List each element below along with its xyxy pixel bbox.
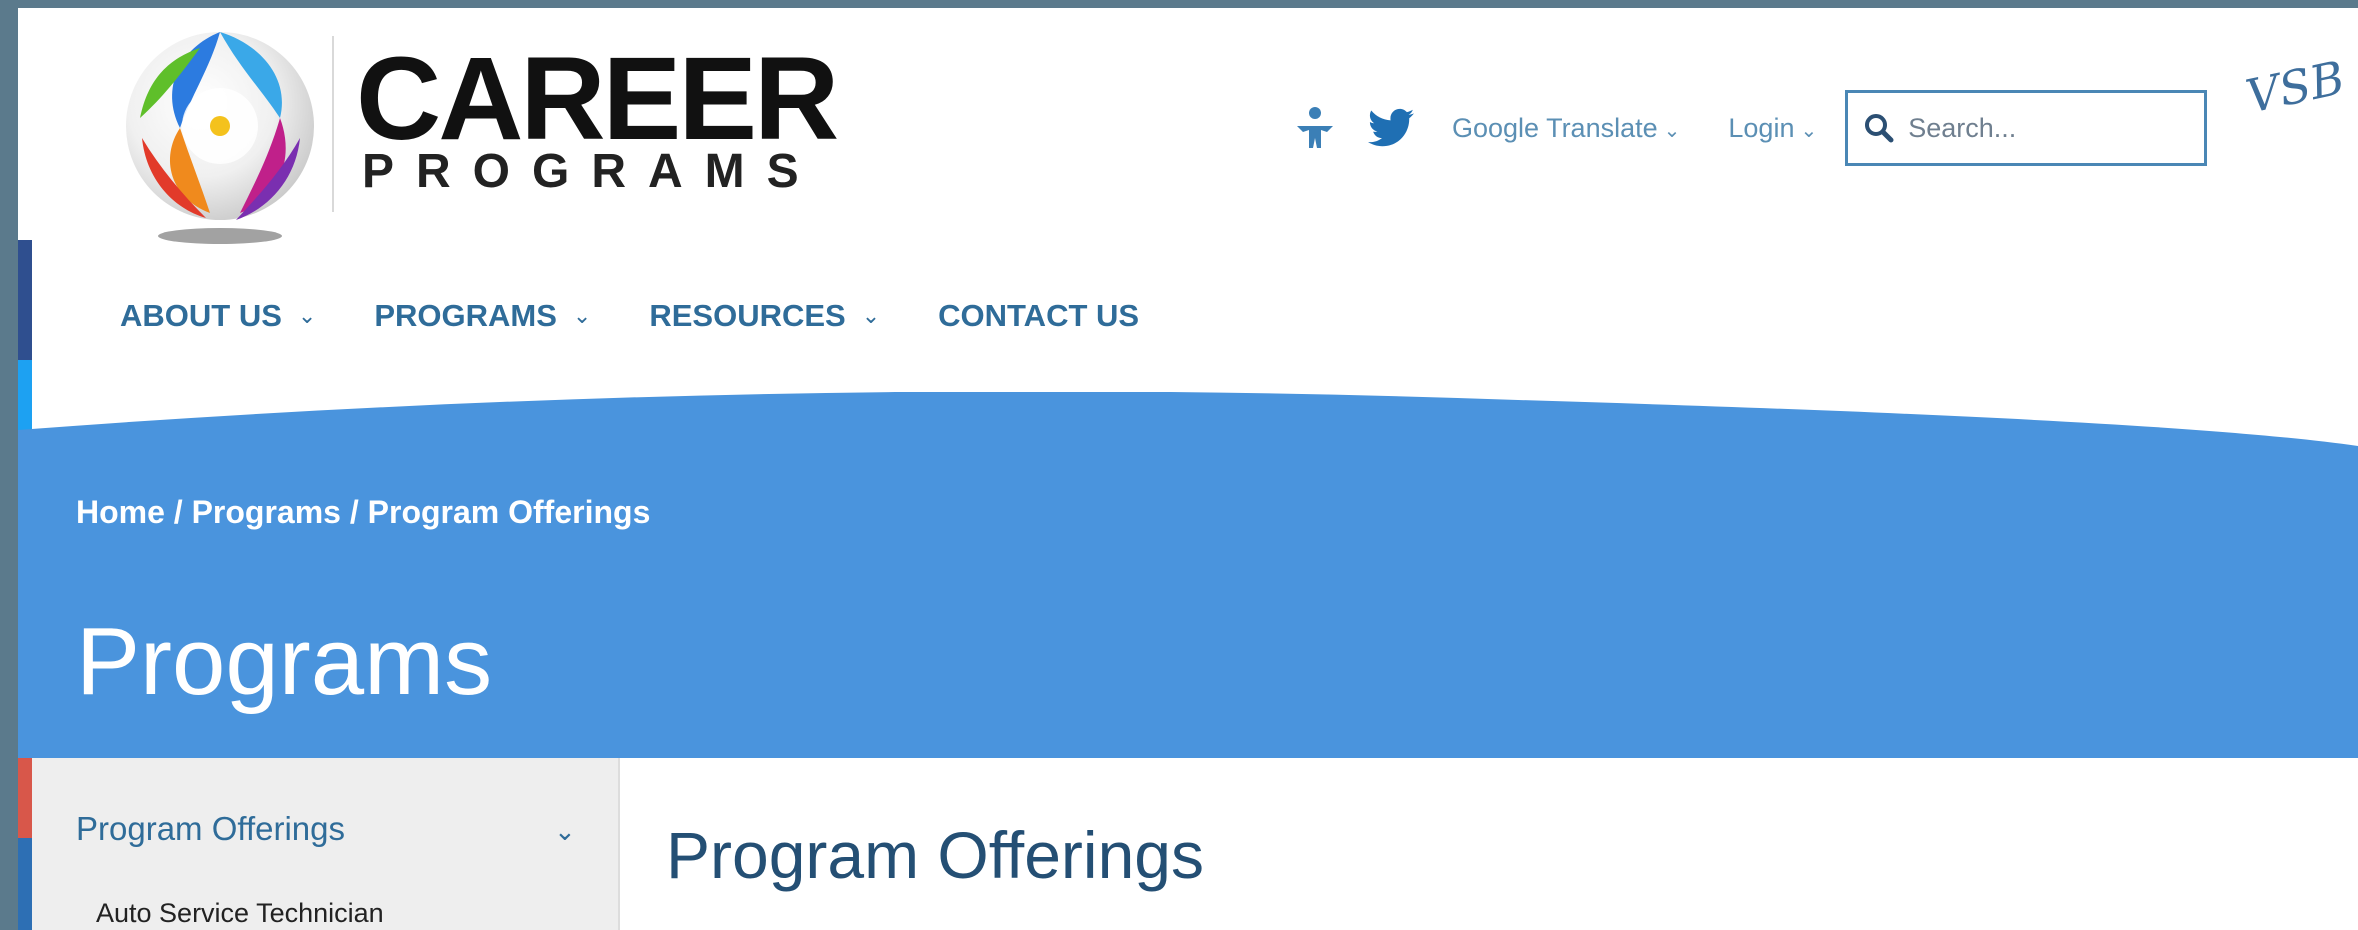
sidebar-item-auto-service-technician[interactable]: Auto Service Technician <box>96 898 384 929</box>
accessibility-icon[interactable] <box>1288 101 1342 155</box>
main-nav: ABOUT US ⌄ PROGRAMS ⌄ RESOURCES ⌄ CONTAC… <box>120 298 1197 334</box>
breadcrumb-separator: / <box>173 494 192 530</box>
sidebar: Program Offerings ⌄ Auto Service Technic… <box>32 758 620 930</box>
brand-subtitle[interactable]: PROGRAMS <box>362 148 821 196</box>
chevron-down-icon: ⌄ <box>572 303 592 328</box>
nav-label: PROGRAMS <box>374 298 557 333</box>
breadcrumb-home[interactable]: Home <box>76 494 165 530</box>
page-title: Programs <box>76 608 493 715</box>
nav-label: CONTACT US <box>938 298 1140 333</box>
search-input[interactable] <box>1906 111 2191 145</box>
breadcrumb-program-offerings[interactable]: Program Offerings <box>368 494 651 530</box>
header-utilities: Google Translate ⌄ Login ⌄ <box>1288 88 2208 168</box>
chevron-down-icon: ⌄ <box>861 303 881 328</box>
career-programs-logo[interactable] <box>120 8 320 248</box>
search-box[interactable] <box>1845 90 2208 166</box>
logo-divider <box>332 36 334 212</box>
content-title: Program Offerings <box>666 818 1204 892</box>
chevron-down-icon[interactable]: ⌄ <box>554 816 576 847</box>
nav-contact-us[interactable]: CONTACT US <box>938 298 1139 334</box>
login-dropdown[interactable]: Login ⌄ <box>1728 113 1817 144</box>
breadcrumb: Home / Programs / Program Offerings <box>76 494 650 531</box>
google-translate-label: Google Translate <box>1452 112 1658 143</box>
breadcrumb-separator: / <box>349 494 368 530</box>
twitter-icon[interactable] <box>1364 101 1418 155</box>
nav-resources[interactable]: RESOURCES ⌄ <box>649 298 880 334</box>
search-icon[interactable] <box>1864 113 1894 143</box>
brand-name[interactable]: CAREER <box>356 40 839 158</box>
side-share-linkedin[interactable] <box>18 838 32 930</box>
nav-label: ABOUT US <box>120 298 282 333</box>
signature-mark: VSB <box>2241 50 2350 124</box>
chevron-down-icon: ⌄ <box>1663 119 1681 142</box>
google-translate-dropdown[interactable]: Google Translate ⌄ <box>1452 113 1680 144</box>
login-label: Login <box>1728 112 1795 143</box>
sidebar-item-program-offerings[interactable]: Program Offerings <box>76 810 345 848</box>
nav-about-us[interactable]: ABOUT US ⌄ <box>120 298 316 334</box>
browser-page: CAREER PROGRAMS Google Translate ⌄ Login ⌄ <box>18 8 2358 930</box>
side-share-facebook[interactable] <box>18 240 32 360</box>
chevron-down-icon: ⌄ <box>1800 119 1818 142</box>
chevron-down-icon: ⌄ <box>297 303 317 328</box>
nav-label: RESOURCES <box>649 298 846 333</box>
breadcrumb-programs[interactable]: Programs <box>192 494 341 530</box>
nav-programs[interactable]: PROGRAMS ⌄ <box>374 298 591 334</box>
